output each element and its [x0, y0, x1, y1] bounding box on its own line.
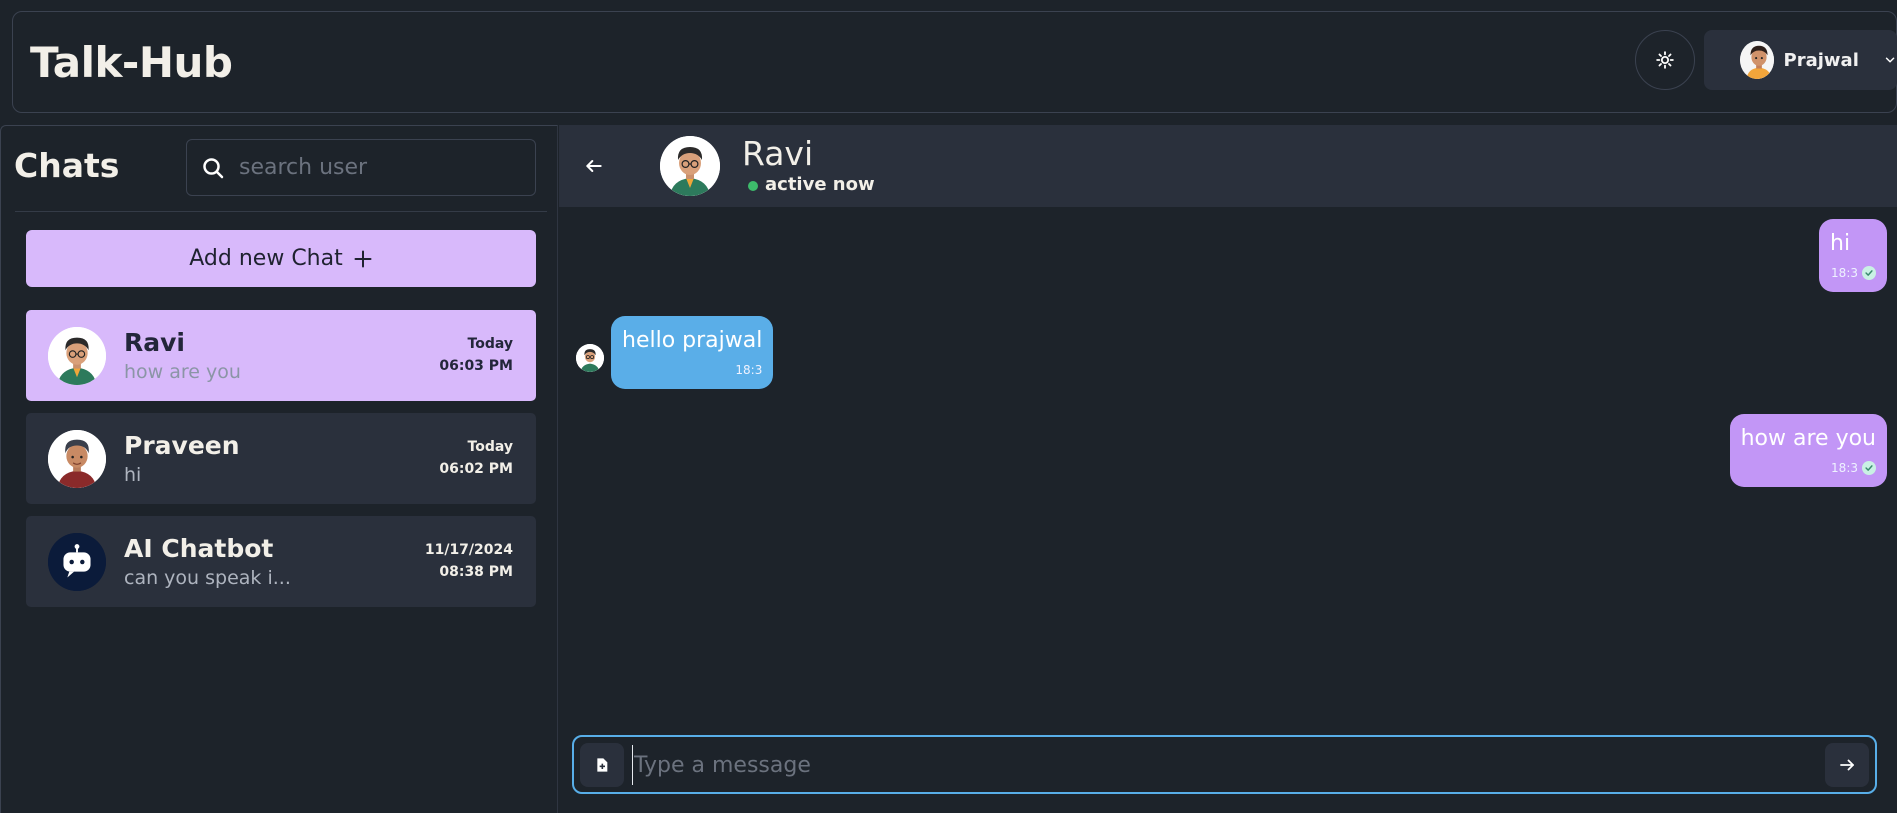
read-check-icon — [1862, 461, 1876, 475]
chat-date: Today — [467, 336, 513, 352]
avatar — [1740, 41, 1774, 79]
chat-name: Ravi — [124, 328, 185, 357]
divider — [15, 211, 547, 212]
message-text: hello prajwal — [622, 328, 763, 353]
message-composer — [572, 735, 1877, 794]
chat-date: Today — [467, 439, 513, 455]
chat-preview: how are you — [124, 361, 241, 383]
chat-sidebar: Chats search user Add new Chat Ravi how … — [0, 125, 558, 813]
attach-file-button[interactable] — [580, 743, 624, 787]
add-new-chat-button[interactable]: Add new Chat — [26, 230, 536, 287]
chat-list-item-ravi[interactable]: Ravi how are you Today 06:03 PM — [26, 310, 536, 401]
send-button[interactable] — [1825, 743, 1869, 787]
message-input[interactable] — [632, 745, 1792, 785]
sidebar-title: Chats — [14, 146, 120, 185]
avatar — [660, 136, 720, 196]
theme-toggle-button[interactable] — [1635, 30, 1695, 90]
sun-icon — [1656, 51, 1674, 69]
chat-time: 06:03 PM — [439, 358, 513, 374]
arrow-left-icon — [586, 160, 602, 172]
search-input[interactable]: search user — [186, 139, 536, 196]
message-bubble-outgoing: hi 18:3 — [1819, 219, 1887, 292]
chat-name: AI Chatbot — [124, 534, 274, 563]
avatar — [48, 327, 106, 385]
message-bubble-outgoing: how are you 18:3 — [1729, 414, 1887, 487]
contact-status: active now — [765, 174, 875, 195]
chat-name: Praveen — [124, 431, 240, 460]
message-time: 18:3 — [1831, 266, 1858, 280]
message-time: 18:3 — [735, 363, 763, 377]
search-placeholder: search user — [239, 155, 368, 180]
read-check-icon — [1862, 266, 1876, 280]
conversation-pane: Ravi active now hi 18:3 hello prajwal 18… — [559, 125, 1897, 813]
online-status-dot — [748, 181, 758, 191]
plus-icon — [354, 250, 372, 267]
add-new-chat-label: Add new Chat — [189, 246, 343, 271]
bot-avatar — [48, 533, 106, 591]
conversation-header: Ravi active now — [559, 125, 1897, 207]
chat-preview: hi — [124, 464, 142, 486]
user-menu-button[interactable]: Prajwal — [1704, 30, 1897, 90]
message-text: hi — [1830, 231, 1851, 256]
chat-date: 11/17/2024 — [424, 542, 513, 558]
robot-icon — [48, 533, 106, 591]
chat-time: 06:02 PM — [439, 461, 513, 477]
chat-time: 08:38 PM — [439, 564, 513, 580]
message-text: how are you — [1740, 426, 1876, 451]
message-bubble-incoming: hello prajwal 18:3 — [611, 316, 774, 389]
top-navbar: Talk-Hub Prajwal — [12, 11, 1897, 113]
contact-name: Ravi — [742, 134, 814, 173]
chat-preview: can you speak i... — [124, 567, 291, 589]
chat-list-item-praveen[interactable]: Praveen hi Today 06:02 PM — [26, 413, 536, 504]
user-name: Prajwal — [1783, 49, 1859, 71]
back-button[interactable] — [579, 151, 609, 181]
app-title: Talk-Hub — [30, 38, 233, 87]
chat-list-item-ai-chatbot[interactable]: AI Chatbot can you speak i... 11/17/2024… — [26, 516, 536, 607]
avatar — [48, 430, 106, 488]
search-icon — [203, 157, 224, 178]
chevron-down-icon — [1885, 57, 1895, 63]
file-plus-icon — [597, 758, 608, 772]
message-time: 18:3 — [1831, 461, 1858, 475]
arrow-right-icon — [1840, 759, 1854, 771]
avatar — [576, 344, 604, 372]
